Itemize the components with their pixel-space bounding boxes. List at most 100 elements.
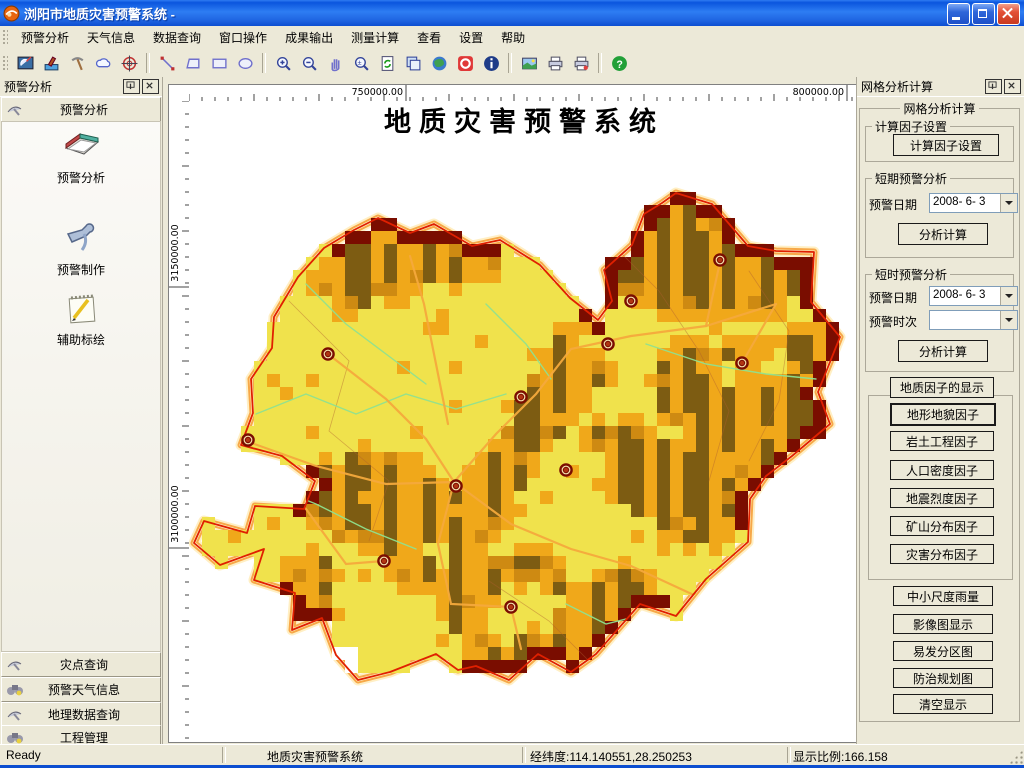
short-term-analyze-button[interactable]: 分析计算	[898, 223, 988, 245]
draw-ellipse-button[interactable]	[232, 51, 258, 75]
globe-button[interactable]	[426, 51, 452, 75]
chevron-down-icon[interactable]	[1000, 311, 1017, 329]
item-warning-analysis[interactable]: 预警分析	[2, 128, 160, 186]
menu-window-ops[interactable]: 窗口操作	[210, 26, 276, 49]
item-label: 预警制作	[2, 261, 160, 278]
svg-text:750000.00: 750000.00	[352, 87, 403, 98]
pan-hand-button[interactable]	[322, 51, 348, 75]
status-separator	[222, 747, 226, 763]
population-factor-button[interactable]: 人口密度因子	[890, 460, 994, 480]
minimize-button[interactable]	[947, 3, 970, 25]
vertical-ruler: 3150000.003100000.00	[169, 101, 190, 742]
susceptibility-map-button[interactable]: 易发分区图	[893, 641, 993, 661]
item-label: 辅助标绘	[2, 331, 160, 348]
right-panel-close-icon[interactable]	[1004, 79, 1021, 94]
satellite-mini-icon	[6, 707, 24, 722]
menu-warning-analysis[interactable]: 预警分析	[12, 26, 78, 49]
groupbox-legend: 网格分析计算	[900, 100, 978, 117]
mine-tool-button[interactable]	[64, 51, 90, 75]
cloud-button[interactable]	[90, 51, 116, 75]
item-warning-make[interactable]: 预警制作	[2, 220, 160, 278]
print-preview-icon	[573, 55, 590, 72]
short-term-date-combo[interactable]: 2008- 6- 3	[929, 193, 1018, 213]
layers-button[interactable]	[400, 51, 426, 75]
chevron-down-icon[interactable]	[1000, 287, 1017, 305]
item-aux-plot[interactable]: 辅助标绘	[2, 290, 160, 348]
right-panel: 网格分析计算 网格分析计算 计算因子设置 计算因子设置 短期预警分析 预警日期 …	[856, 77, 1024, 745]
prevention-plan-button[interactable]: 防治规划图	[893, 668, 993, 688]
group-bar-weather-info[interactable]: 预警天气信息	[1, 677, 161, 702]
seismic-factor-button[interactable]: 地震烈度因子	[890, 488, 994, 508]
status-scale: 显示比例:166.158	[793, 748, 888, 765]
draw-rectangle-icon	[211, 55, 228, 72]
short-time-date-combo[interactable]: 2008- 6- 3	[929, 286, 1018, 306]
refresh-button[interactable]	[374, 51, 400, 75]
zoom-out-icon	[301, 55, 318, 72]
map-canvas[interactable]: 地质灾害预警系统	[189, 101, 856, 742]
warning-make-icon	[43, 55, 60, 72]
geo-factor-display-button[interactable]: 地质因子的显示	[890, 377, 994, 398]
pin-icon[interactable]	[985, 79, 1002, 94]
menu-weather-info[interactable]: 天气信息	[78, 26, 144, 49]
warning-make-button[interactable]	[38, 51, 64, 75]
zoom-out-button[interactable]	[296, 51, 322, 75]
pin-icon[interactable]	[123, 79, 140, 94]
chevron-down-icon[interactable]	[1000, 194, 1017, 212]
info-button[interactable]	[478, 51, 504, 75]
disaster-distribution-factor-button[interactable]: 灾害分布因子	[890, 544, 994, 564]
print-button[interactable]	[542, 51, 568, 75]
short-time-date-label: 预警日期	[869, 289, 917, 306]
warning-analysis-icon	[17, 55, 34, 72]
target-icon	[121, 55, 138, 72]
horizontal-ruler: 750000.00800000.00	[189, 85, 856, 102]
satellite-mini-icon	[6, 657, 24, 672]
target-button[interactable]	[116, 51, 142, 75]
warning-analysis-button[interactable]	[12, 51, 38, 75]
clear-display-button[interactable]: 清空显示	[893, 694, 993, 714]
short-term-date-label: 预警日期	[869, 196, 917, 213]
group-bar-disaster-query[interactable]: 灾点查询	[1, 652, 161, 677]
right-panel-title: 网格分析计算	[861, 78, 933, 95]
short-time-analyze-button[interactable]: 分析计算	[898, 340, 988, 362]
close-button[interactable]	[997, 3, 1020, 25]
draw-rectangle-button[interactable]	[206, 51, 232, 75]
ruler-corner	[169, 85, 190, 102]
terrain-factor-button[interactable]: 地形地貌因子	[890, 403, 996, 426]
left-panel-close-icon[interactable]	[142, 79, 159, 94]
menu-measure-calc[interactable]: 测量计算	[342, 26, 408, 49]
status-bar: Ready 地质灾害预警系统 经纬度:114.140551,28.250253 …	[0, 744, 1024, 765]
factor-settings-button[interactable]: 计算因子设置	[893, 134, 999, 156]
draw-polygon-button[interactable]	[180, 51, 206, 75]
help-button[interactable]: ?	[606, 51, 632, 75]
menu-data-query[interactable]: 数据查询	[144, 26, 210, 49]
rainfall-scale-button[interactable]: 中小尺度雨量	[893, 586, 993, 606]
menu-help[interactable]: 帮助	[492, 26, 534, 49]
group-bar-warning-analysis[interactable]: 预警分析	[1, 97, 161, 122]
item-label: 预警分析	[2, 169, 160, 186]
zoom-extent-icon: ±	[353, 55, 370, 72]
zoom-extent-button[interactable]: ±	[348, 51, 374, 75]
restore-button[interactable]	[972, 3, 995, 25]
notepad-pencil-icon	[60, 290, 102, 326]
resize-grip[interactable]	[1009, 750, 1023, 764]
print-icon	[547, 55, 564, 72]
group-bar-geo-data-query[interactable]: 地理数据查询	[1, 702, 161, 727]
mine-distribution-factor-button[interactable]: 矿山分布因子	[890, 516, 994, 536]
geotech-factor-button[interactable]: 岩土工程因子	[890, 431, 994, 451]
image-display-button[interactable]: 影像图显示	[893, 614, 993, 634]
cloud-icon	[95, 55, 112, 72]
window-title: 浏阳市地质灾害预警系统 -	[24, 4, 175, 23]
stop-icon	[457, 55, 474, 72]
zoom-in-button[interactable]	[270, 51, 296, 75]
print-preview-button[interactable]	[568, 51, 594, 75]
menu-view[interactable]: 查看	[408, 26, 450, 49]
draw-line-button[interactable]	[154, 51, 180, 75]
svg-text:±: ±	[357, 58, 361, 67]
menu-settings[interactable]: 设置	[450, 26, 492, 49]
stop-button[interactable]	[452, 51, 478, 75]
short-time-times-combo[interactable]	[929, 310, 1018, 330]
image-view-button[interactable]	[516, 51, 542, 75]
map-document: 750000.00800000.00 3150000.003100000.00 …	[163, 78, 856, 743]
menu-result-output[interactable]: 成果输出	[276, 26, 342, 49]
short-time-legend: 短时预警分析	[872, 266, 950, 283]
